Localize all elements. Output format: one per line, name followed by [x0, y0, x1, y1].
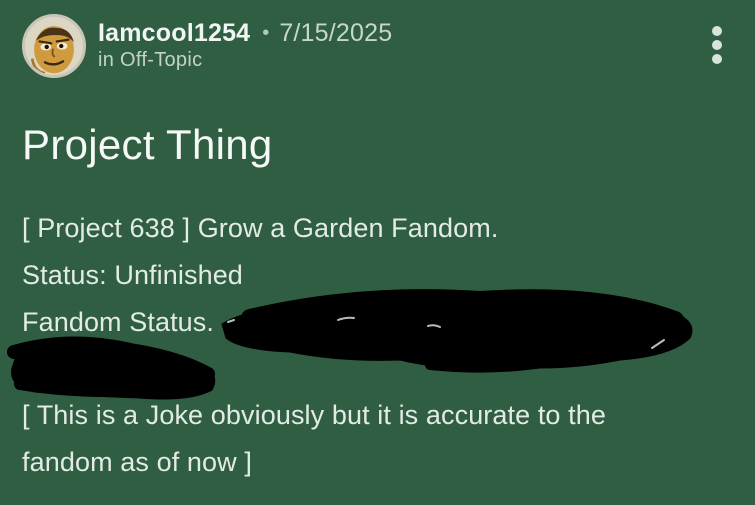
post-category[interactable]: in Off-Topic	[98, 49, 202, 72]
more-options-dot-icon	[712, 54, 722, 64]
post-header: Iamcool1254 • 7/15/2025 in Off-Topic	[22, 14, 737, 78]
post-body-line: [ This is a Joke obviously but it is acc…	[22, 400, 606, 430]
more-options-dot-icon	[712, 26, 722, 36]
post-date: 7/15/2025	[279, 18, 393, 47]
post-body-line: [ Project 638 ] Grow a Garden Fandom.	[22, 213, 499, 243]
post-title: Project Thing	[22, 121, 273, 168]
author-avatar[interactable]	[22, 14, 86, 78]
post-body-line: Fandom Status.	[22, 307, 214, 337]
author-username[interactable]: Iamcool1254	[98, 19, 250, 48]
meta-separator: •	[262, 21, 270, 44]
more-options-button[interactable]	[709, 26, 725, 66]
post-body-line: Status: Unfinished	[22, 260, 243, 290]
more-options-dot-icon	[712, 40, 722, 50]
avatar-face-icon	[25, 17, 83, 75]
post-body-line: fandom as of now ]	[22, 447, 252, 477]
post-meta: Iamcool1254 • 7/15/2025	[98, 18, 392, 48]
